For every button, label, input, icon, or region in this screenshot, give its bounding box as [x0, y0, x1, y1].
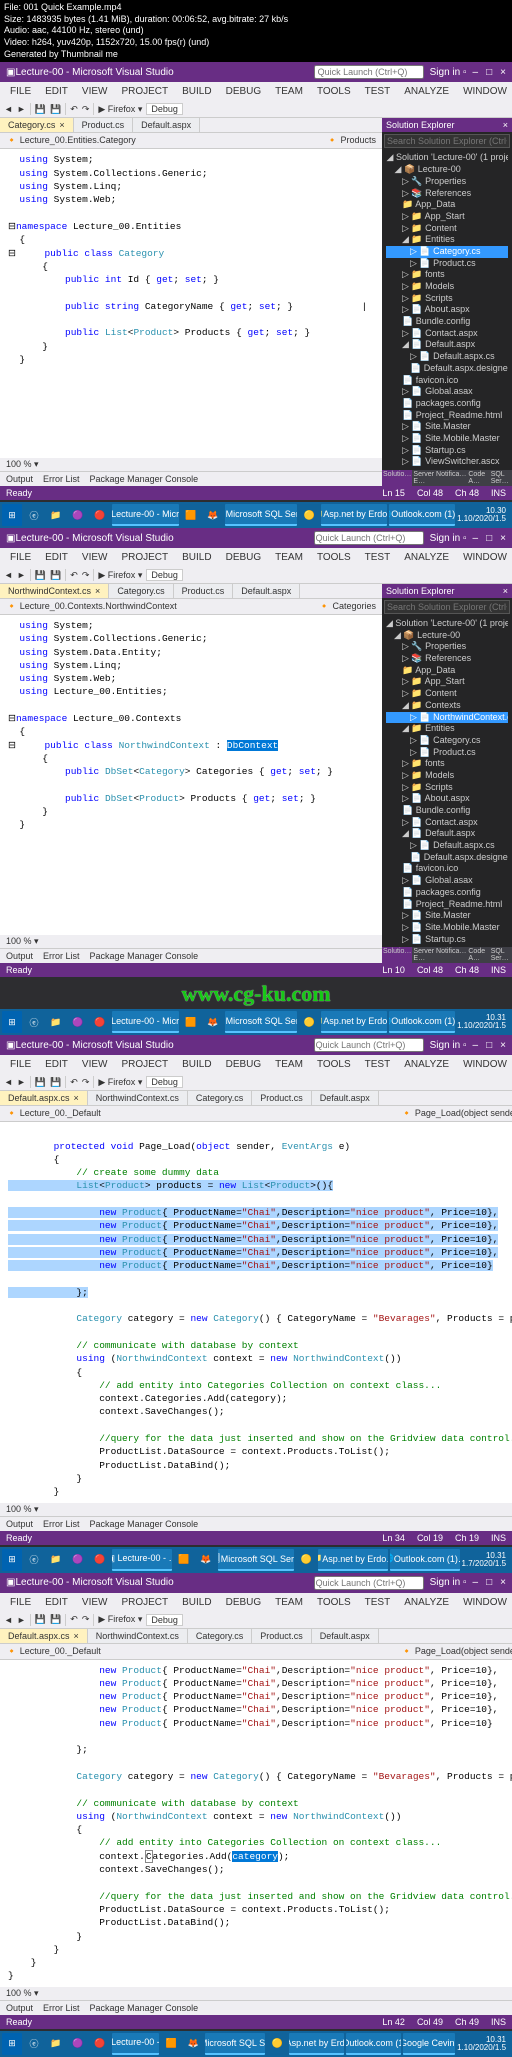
panel-close-icon[interactable]: × [503, 120, 508, 130]
menu-window[interactable]: WINDOW [457, 84, 512, 99]
taskbar-3[interactable]: ⊞ⓔ📁🟣🔴 ▣ Lecture-00 - …🟧🦊 🗄 Microsoft SQL… [0, 1547, 512, 1573]
titlebar[interactable]: ▣ Lecture-00 - Microsoft Visual Studio S… [0, 62, 512, 82]
tb-ie[interactable]: ⓔ [24, 504, 44, 526]
tb-sql[interactable]: 🗄 Microsoft SQL Ser… [225, 504, 297, 526]
tb-vs[interactable]: ▣ Lecture-00 - Micr… [112, 504, 179, 526]
nav-back-icon[interactable]: ◄ [4, 104, 13, 114]
tb-chrome[interactable]: 🔴 [90, 504, 110, 526]
editor-pane: Category.cs× Product.cs Default.aspx 🔸 L… [0, 118, 382, 486]
output-tab[interactable]: Output [6, 474, 33, 484]
taskbar-2[interactable]: ⊞ⓔ📁🟣🔴 ▣ Lecture-00 - Micr…🟧🦊 🗄 Microsoft… [0, 1009, 512, 1035]
config-dropdown[interactable]: Debug [146, 103, 183, 115]
redo-icon[interactable]: ↷ [82, 104, 90, 115]
code-editor[interactable]: new Product{ ProductName="Chai",Descript… [0, 1660, 512, 1987]
tab-product[interactable]: Product.cs [74, 118, 134, 132]
toolbar: ◄►💾💾↶↷▶ Firefox ▾Debug [0, 101, 512, 118]
taskbar-1[interactable]: ⊞ ⓔ 📁 🟣 🔴 ▣ Lecture-00 - Micr… 🟧 🦊 🗄 Mic… [0, 502, 512, 528]
menu-bar: FILEEDITVIEWPROJECTBUILDDEBUGTEAMTOOLSTE… [0, 82, 512, 101]
video-info-overlay: File: 001 Quick Example.mp4 Size: 148393… [0, 0, 512, 62]
tb-app3[interactable]: 🟡 [299, 504, 319, 526]
code-editor[interactable]: using System; using System.Collections.G… [0, 149, 382, 458]
nav-fwd-icon[interactable]: ► [17, 104, 26, 114]
nav-member-dropdown[interactable]: 🔸 Products [327, 135, 376, 146]
vs-window-4: ▣Lecture-00 - Microsoft Visual StudioSig… [0, 1573, 512, 2029]
undo-icon[interactable]: ↶ [70, 104, 78, 115]
tab-nwcontext[interactable]: NorthwindContext.cs× [0, 584, 109, 598]
status-bar: ReadyLn 15Col 48Ch 48INS [0, 486, 512, 500]
close-icon[interactable]: × [500, 67, 506, 78]
vs-logo-icon: ▣ [6, 67, 15, 78]
tb-explorer[interactable]: 📁 [46, 504, 66, 526]
taskbar-4[interactable]: ⊞ⓔ📁🟣🔴 ▣ Lecture-00 - …🟧🦊 🗄 Microsoft SQL… [0, 2031, 512, 2057]
zoom-level[interactable]: 100 % ▾ [0, 458, 382, 471]
maximize-icon[interactable]: □ [486, 67, 492, 78]
save-icon[interactable]: 💾 [35, 104, 46, 115]
menu-tools[interactable]: TOOLS [311, 84, 357, 99]
nav-class-dropdown[interactable]: 🔸 Lecture_00.Entities.Category [6, 135, 136, 146]
solution-tree[interactable]: ◢Solution 'Lecture-00' (1 project) ◢📦 Le… [382, 150, 512, 470]
menu-analyze[interactable]: ANALYZE [398, 84, 455, 99]
menu-test[interactable]: TEST [359, 84, 397, 99]
tab-close-icon[interactable]: × [59, 120, 64, 130]
quick-launch-input[interactable] [314, 65, 424, 79]
menu-build[interactable]: BUILD [176, 84, 217, 99]
code-editor[interactable]: protected void Page_Load(object sender, … [0, 1122, 512, 1502]
menu-project[interactable]: PROJECT [115, 84, 174, 99]
panel-title: Solution Explorer [386, 120, 455, 130]
tb-outlook[interactable]: 🌐 Outlook.com (1)… [389, 504, 455, 526]
save-all-icon[interactable]: 💾 [50, 104, 61, 115]
quick-launch-input[interactable] [314, 531, 424, 545]
watermark: www.cg-ku.com [0, 979, 512, 1009]
solution-explorer: Solution Explorer × ◢Solution 'Lecture-00… [382, 118, 512, 486]
tab-category[interactable]: Category.cs× [0, 118, 74, 132]
minimize-icon[interactable]: – [473, 67, 479, 78]
vs-window-3: ▣Lecture-00 - Microsoft Visual StudioSig… [0, 1035, 512, 1544]
tab-default[interactable]: Default.aspx [133, 118, 200, 132]
menu-team[interactable]: TEAM [269, 84, 309, 99]
tb-firefox[interactable]: 🦊 [203, 504, 223, 526]
tb-folder[interactable]: 📁 Asp.net by Erdo… [321, 504, 387, 526]
code-editor[interactable]: using System; using System.Collections.G… [0, 615, 382, 935]
pmc-tab[interactable]: Package Manager Console [90, 474, 199, 484]
sign-in-link[interactable]: Sign in ▫ [430, 67, 467, 78]
menu-debug[interactable]: DEBUG [220, 84, 268, 99]
tb-app2[interactable]: 🟧 [181, 504, 201, 526]
menu-edit[interactable]: EDIT [39, 84, 74, 99]
tab-strip: Category.cs× Product.cs Default.aspx [0, 118, 382, 133]
vs-window-2: ▣Lecture-00 - Microsoft Visual StudioSig… [0, 528, 512, 977]
menu-view[interactable]: VIEW [76, 84, 114, 99]
errorlist-tab[interactable]: Error List [43, 474, 80, 484]
menu-file[interactable]: FILE [4, 84, 37, 99]
window-title: Lecture-00 - Microsoft Visual Studio [15, 67, 313, 78]
taskbar-clock[interactable]: 10.301.10/2020/1.5 [457, 507, 510, 523]
tb-app[interactable]: 🟣 [68, 504, 88, 526]
vs-window-1: ▣ Lecture-00 - Microsoft Visual Studio S… [0, 62, 512, 500]
start-button[interactable]: ⊞ [2, 504, 22, 526]
solution-search-input[interactable] [384, 134, 510, 148]
